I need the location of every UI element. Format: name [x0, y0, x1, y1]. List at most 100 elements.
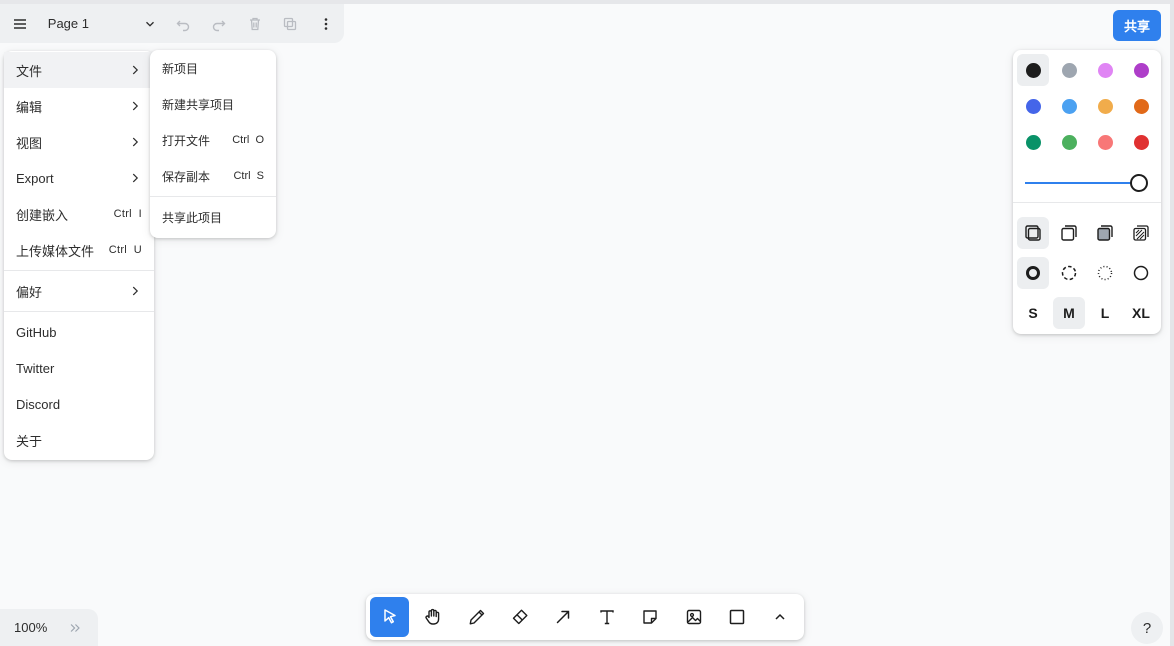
submenu-item-label: 新建共享项目 [162, 97, 235, 112]
opacity-slider-thumb[interactable] [1130, 174, 1148, 192]
chevron-up-icon [775, 613, 785, 620]
submenu-item-open-file[interactable]: 打开文件 Ctrl O [150, 122, 276, 158]
tool-media[interactable] [674, 597, 713, 637]
menu-item-label: GitHub [16, 324, 57, 340]
panel-divider [1013, 202, 1161, 203]
size-xl-button[interactable]: XL [1125, 297, 1157, 329]
fill-solid-button[interactable] [1089, 217, 1121, 249]
delete-button[interactable] [237, 6, 273, 42]
submenu-item-label: 共享此项目 [162, 210, 223, 225]
page-selector[interactable]: Page 1 [42, 8, 165, 40]
color-swatch[interactable] [1053, 90, 1085, 122]
color-swatch[interactable] [1089, 54, 1121, 86]
shortcut-hint: Ctrl S [233, 170, 264, 182]
top-toolbar: Page 1 [0, 4, 344, 43]
menu-item-label: 偏好 [16, 284, 43, 300]
menu-item-label: 文件 [16, 63, 43, 79]
zoom-control: 100% [0, 609, 98, 646]
menu-item-edit[interactable]: 编辑 [4, 88, 154, 124]
size-l-button[interactable]: L [1089, 297, 1121, 329]
color-dot [1133, 62, 1149, 78]
tool-eraser[interactable] [500, 597, 539, 637]
undo-icon [176, 20, 190, 31]
pencil-icon [469, 609, 484, 625]
arrow-icon [557, 610, 570, 624]
tool-select[interactable] [370, 597, 410, 637]
color-swatch[interactable] [1089, 90, 1121, 122]
window-right-edge [1170, 0, 1174, 646]
undo-button[interactable] [165, 6, 201, 42]
fill-semi-button[interactable] [1053, 217, 1085, 249]
share-button[interactable]: 共享 [1113, 10, 1161, 41]
tool-hand[interactable] [413, 597, 452, 637]
minimap-toggle[interactable] [60, 613, 90, 643]
menu-item-label: Twitter [16, 360, 55, 376]
more-options-button[interactable] [308, 6, 344, 42]
color-swatch[interactable] [1125, 54, 1157, 86]
submenu-item-save-copy[interactable]: 保存副本 Ctrl S [150, 158, 276, 194]
dash-dotted-button[interactable] [1089, 257, 1121, 289]
page-name: Page 1 [47, 16, 89, 31]
shortcut-hint: Ctrl O [232, 134, 264, 146]
fill-none-button[interactable] [1017, 217, 1049, 249]
color-dot [1061, 134, 1077, 150]
cursor-icon [383, 609, 396, 624]
tool-rectangle[interactable] [717, 597, 756, 637]
menu-item-view[interactable]: 视图 [4, 124, 154, 160]
more-tools-button[interactable] [761, 597, 800, 637]
submenu-item-new-project[interactable]: 新项目 [150, 50, 276, 86]
color-dot [1061, 62, 1077, 78]
size-m-button[interactable]: M [1053, 297, 1085, 329]
zoom-level[interactable]: 100% [0, 620, 60, 635]
redo-button[interactable] [201, 6, 237, 42]
help-button[interactable]: ? [1131, 612, 1163, 644]
color-swatch[interactable] [1017, 54, 1049, 86]
menu-item-file[interactable]: 文件 [4, 52, 154, 88]
redo-icon [212, 20, 226, 31]
menu-item-twitter[interactable]: Twitter [4, 350, 154, 386]
menu-item-label: 编辑 [16, 99, 43, 115]
dash-solid-icon [1133, 265, 1149, 281]
size-s-button[interactable]: S [1017, 297, 1049, 329]
menu-item-preferences[interactable]: 偏好 [4, 273, 154, 309]
chevrons-right-icon [70, 623, 80, 632]
dash-dashed-button[interactable] [1053, 257, 1085, 289]
hand-icon [425, 608, 440, 625]
dash-dashed-icon [1061, 265, 1077, 281]
menu-item-create-embed[interactable]: 创建嵌入 Ctrl I [4, 196, 154, 232]
submenu-item-share-project[interactable]: 共享此项目 [150, 199, 276, 235]
color-dot [1133, 134, 1149, 150]
color-swatch[interactable] [1089, 126, 1121, 158]
main-menu-button[interactable] [2, 6, 38, 42]
tool-text[interactable] [587, 597, 626, 637]
color-swatch[interactable] [1053, 126, 1085, 158]
main-menu: 文件 编辑 视图 Export 创建嵌入 Ctrl I 上传媒体文件 Ctrl … [4, 51, 154, 460]
tool-draw[interactable] [457, 597, 496, 637]
shortcut-hint: Ctrl U [108, 244, 142, 256]
menu-item-label: Discord [16, 396, 61, 412]
dash-solid-button[interactable] [1125, 257, 1157, 289]
duplicate-button[interactable] [272, 6, 308, 42]
color-swatch[interactable] [1053, 54, 1085, 86]
submenu-item-new-shared-project[interactable]: 新建共享项目 [150, 86, 276, 122]
fill-pattern-button[interactable] [1125, 217, 1157, 249]
chevron-right-icon [132, 286, 139, 296]
color-swatch[interactable] [1125, 90, 1157, 122]
menu-item-upload-media[interactable]: 上传媒体文件 Ctrl U [4, 232, 154, 268]
chevron-right-icon [132, 65, 139, 75]
text-icon [600, 610, 614, 625]
menu-item-about[interactable]: 关于 [4, 422, 154, 458]
fill-semi-icon [1061, 225, 1077, 241]
menu-item-export[interactable]: Export [4, 160, 154, 196]
menu-item-discord[interactable]: Discord [4, 386, 154, 422]
color-swatch[interactable] [1125, 126, 1157, 158]
opacity-slider-track[interactable] [1025, 182, 1141, 184]
dash-draw-button[interactable] [1017, 257, 1049, 289]
color-swatch[interactable] [1017, 90, 1049, 122]
tool-note[interactable] [630, 597, 669, 637]
fill-none-icon [1025, 225, 1041, 241]
menu-item-github[interactable]: GitHub [4, 314, 154, 350]
tool-arrow[interactable] [544, 597, 583, 637]
color-swatch[interactable] [1017, 126, 1049, 158]
hamburger-icon [13, 18, 26, 29]
